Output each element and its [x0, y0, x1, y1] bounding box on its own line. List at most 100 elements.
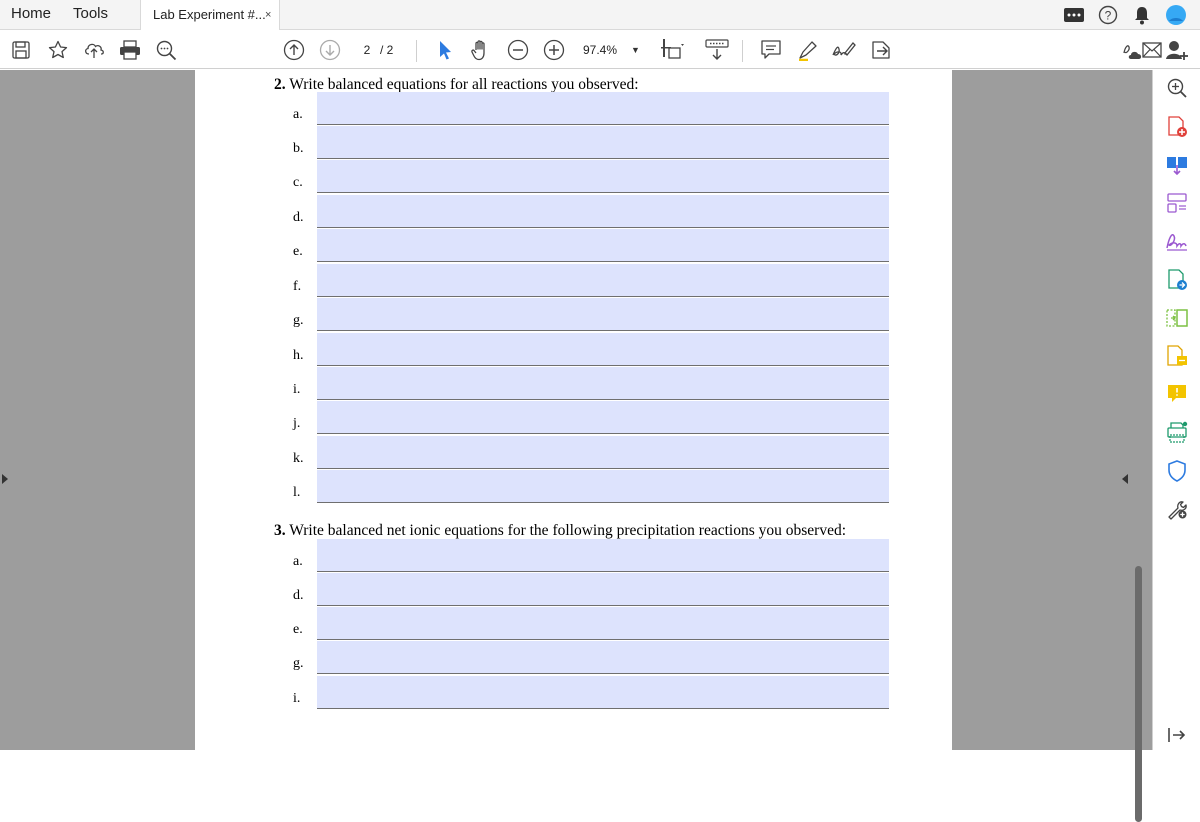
answer-row: a.: [195, 92, 952, 126]
answer-underline: [317, 605, 889, 606]
answer-field[interactable]: [317, 92, 889, 125]
tab-home[interactable]: Home: [11, 0, 51, 30]
answer-field[interactable]: [317, 436, 889, 469]
page-up-icon[interactable]: [281, 37, 307, 63]
zoom-icon[interactable]: [1165, 76, 1189, 100]
share-icon[interactable]: [868, 37, 894, 63]
answer-underline: [317, 330, 889, 331]
answer-row: c.: [195, 160, 952, 194]
answer-field[interactable]: [317, 229, 889, 262]
page-total: / 2: [380, 43, 394, 57]
scan-icon[interactable]: [1165, 420, 1189, 444]
svg-text:?: ?: [1105, 9, 1112, 23]
edit-pdf-icon[interactable]: [1165, 268, 1189, 292]
answer-underline: [317, 365, 889, 366]
answer-field[interactable]: [317, 641, 889, 674]
collapse-panel-icon[interactable]: [1165, 723, 1189, 747]
answer-label: h.: [293, 348, 304, 363]
answer-underline: [317, 708, 889, 709]
close-tab-icon[interactable]: ×: [265, 0, 271, 30]
tab-document[interactable]: Lab Experiment #... ×: [140, 0, 280, 30]
search-icon[interactable]: [153, 37, 179, 63]
answer-field[interactable]: [317, 195, 889, 228]
answer-row: a.: [195, 539, 952, 573]
answer-field[interactable]: [317, 676, 889, 709]
page-down-icon[interactable]: [317, 37, 343, 63]
scrollbar-thumb[interactable]: [1135, 566, 1142, 822]
notification-bell-icon[interactable]: [1131, 4, 1153, 26]
answer-row: b.: [195, 126, 952, 160]
question-3-number: 3.: [274, 522, 286, 539]
highlight-icon[interactable]: [795, 37, 821, 63]
answer-label: a.: [293, 107, 303, 122]
answer-row: h.: [195, 333, 952, 367]
answer-field[interactable]: [317, 539, 889, 572]
answer-field[interactable]: [317, 607, 889, 640]
answer-row: l.: [195, 470, 952, 504]
answer-field[interactable]: [317, 333, 889, 366]
export-pdf-icon[interactable]: [1165, 153, 1189, 177]
print-icon[interactable]: [117, 37, 143, 63]
answer-label: l.: [293, 485, 301, 500]
add-user-icon[interactable]: [1164, 37, 1190, 63]
answer-field[interactable]: [317, 264, 889, 297]
upload-icon[interactable]: [81, 37, 107, 63]
answer-field[interactable]: [317, 367, 889, 400]
keyboard-icon[interactable]: [704, 37, 730, 63]
answer-row: j.: [195, 401, 952, 435]
answer-label: f.: [293, 279, 302, 294]
answer-underline: [317, 433, 889, 434]
compress-icon[interactable]: [1165, 306, 1189, 330]
answer-row: d.: [195, 573, 952, 607]
answer-label: i.: [293, 382, 301, 397]
answer-field[interactable]: [317, 401, 889, 434]
star-icon[interactable]: [45, 37, 71, 63]
answer-row: g.: [195, 641, 952, 675]
sign-icon[interactable]: [831, 37, 857, 63]
fill-sign-icon[interactable]: [1165, 229, 1189, 253]
mail-icon[interactable]: [1141, 37, 1163, 63]
hand-icon[interactable]: [468, 37, 494, 63]
tab-bar: Home Tools Lab Experiment #... × ?: [0, 0, 1200, 30]
answer-field[interactable]: [317, 298, 889, 331]
collapse-right-panel-icon[interactable]: [1122, 474, 1128, 484]
answer-row: i.: [195, 676, 952, 710]
tab-tools[interactable]: Tools: [73, 0, 108, 30]
zoom-select[interactable]: 97.4% ▼: [583, 39, 643, 61]
avatar[interactable]: [1165, 4, 1187, 26]
zoom-in-icon[interactable]: [541, 37, 567, 63]
more-tools-icon[interactable]: [1165, 497, 1189, 521]
zoom-out-icon[interactable]: [505, 37, 531, 63]
question-3-text: Write balanced net ionic equations for t…: [289, 522, 847, 539]
answer-label: j.: [293, 416, 301, 431]
select-arrow-icon[interactable]: [432, 37, 458, 63]
answer-field[interactable]: [317, 573, 889, 606]
answer-label: b.: [293, 141, 304, 156]
request-signature-icon[interactable]: [1165, 344, 1189, 368]
more-icon[interactable]: [1063, 4, 1085, 26]
answer-underline: [317, 399, 889, 400]
answer-field[interactable]: [317, 160, 889, 193]
expand-left-panel-icon[interactable]: [2, 474, 8, 484]
answer-underline: [317, 227, 889, 228]
answer-row: d.: [195, 195, 952, 229]
answer-label: c.: [293, 175, 303, 190]
answer-underline: [317, 124, 889, 125]
answer-field[interactable]: [317, 126, 889, 159]
zoom-value: 97.4%: [583, 43, 618, 57]
fit-page-icon[interactable]: [660, 37, 686, 63]
save-icon[interactable]: [8, 37, 34, 63]
protect-icon[interactable]: [1165, 459, 1189, 483]
tools-pane: [1152, 70, 1200, 750]
answer-underline: [317, 673, 889, 674]
help-icon[interactable]: ?: [1097, 4, 1119, 26]
organize-pages-icon[interactable]: [1165, 191, 1189, 215]
answer-underline: [317, 296, 889, 297]
comment-icon[interactable]: [758, 37, 784, 63]
answer-label: d.: [293, 210, 304, 225]
answer-underline: [317, 639, 889, 640]
answer-field[interactable]: [317, 470, 889, 503]
comment-icon[interactable]: [1165, 382, 1189, 406]
page-number-input[interactable]: 2: [356, 39, 378, 61]
create-pdf-icon[interactable]: [1165, 115, 1189, 139]
